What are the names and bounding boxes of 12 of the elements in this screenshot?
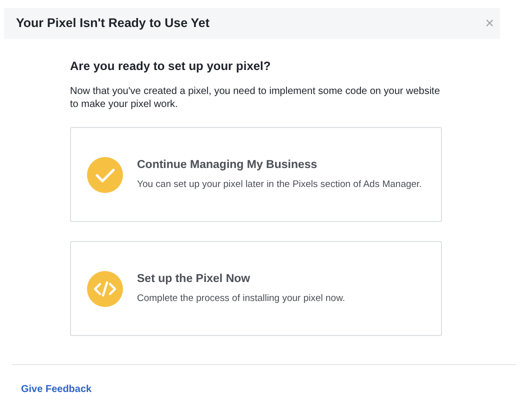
option-card[interactable]: Continue Managing My Business You can set up your pixel later in the Pixels section of Ads Manager. xyxy=(70,127,442,222)
option-description: Complete the process of installing your pixel now. xyxy=(137,292,346,306)
option-title: Set up the Pixel Now xyxy=(137,272,252,287)
dialog-title: Your Pixel Isn't Ready to Use Yet xyxy=(16,15,210,32)
description-text: Now that you've created a pixel, you need to implement some code on your website to make your pixel work. xyxy=(70,85,441,111)
option-description: You can set up your pixel later in the Pixels section of Ads Manager. xyxy=(137,178,422,192)
option-title: Continue Managing My Business xyxy=(137,158,318,173)
checkmark-icon xyxy=(87,156,123,192)
option-card[interactable]: Set up the Pixel Now Complete the process of installing your pixel now. xyxy=(70,241,442,336)
code-icon xyxy=(87,270,123,306)
section-heading: Are you ready to set up your pixel? xyxy=(70,58,272,75)
give-feedback-link[interactable]: Give Feedback xyxy=(21,382,92,397)
